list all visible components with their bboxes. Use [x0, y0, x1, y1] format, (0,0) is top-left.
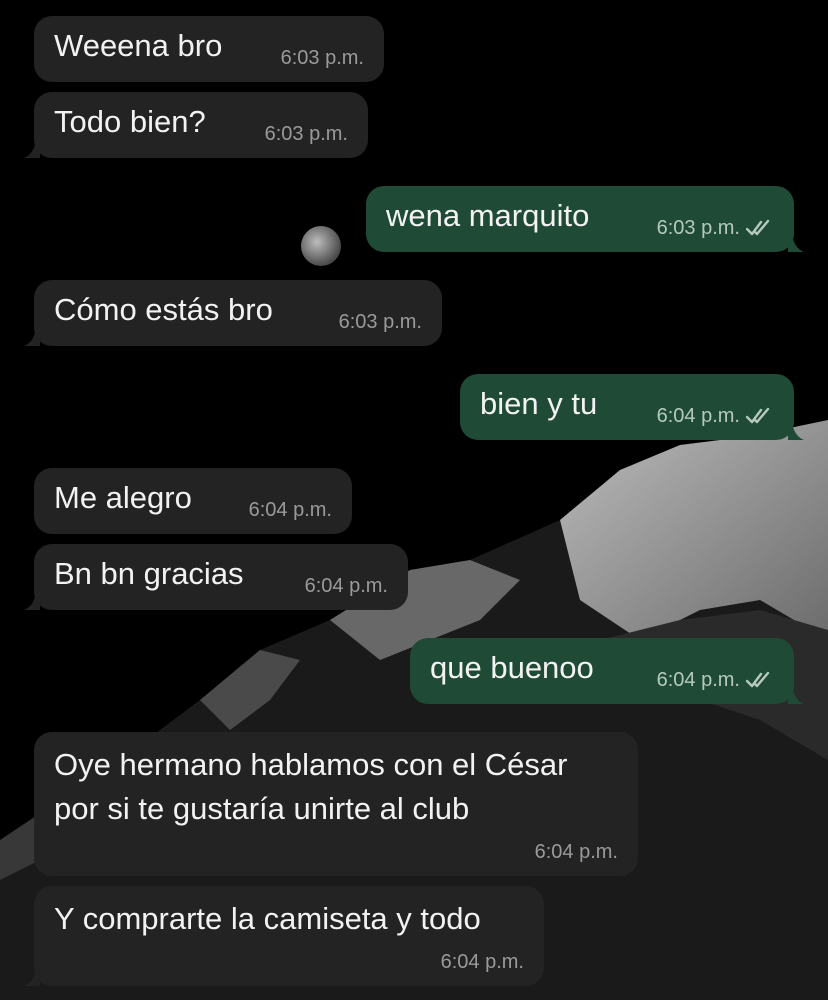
outgoing-message-bubble[interactable]: bien y tu 6:04 p.m. — [460, 374, 804, 440]
message-text: Y comprarte la camiseta y todo — [54, 901, 481, 936]
message-text: Bn bn gracias — [54, 556, 244, 591]
bubble-tail-icon — [788, 422, 804, 440]
message-text-line-1: Oye hermano hablamos con el César — [54, 747, 568, 782]
message-timestamp: 6:04 p.m. — [656, 405, 740, 427]
message-text-line-2: por si te gustaría unirte al club — [54, 791, 470, 826]
moon-icon — [301, 226, 341, 266]
incoming-message-bubble[interactable]: Weeena bro 6:03 p.m. — [34, 16, 384, 82]
message-timestamp: 6:04 p.m. — [534, 841, 618, 863]
message-meta: 6:04 p.m. — [657, 404, 774, 428]
message-text: Cómo estás bro — [54, 292, 273, 327]
bubble-tail-icon — [788, 234, 804, 252]
bubble-tail-icon — [24, 328, 40, 346]
double-check-icon — [746, 407, 770, 424]
bubble-tail-icon — [788, 686, 804, 704]
bubble-tail-icon — [24, 968, 40, 986]
message-timestamp: 6:04 p.m. — [248, 499, 332, 521]
bubble-tail-icon — [24, 140, 40, 158]
bubble-tail-icon — [24, 592, 40, 610]
incoming-message-bubble[interactable]: Bn bn gracias 6:04 p.m. — [24, 544, 408, 610]
incoming-message-bubble[interactable]: Cómo estás bro 6:03 p.m. — [24, 280, 442, 346]
message-text: que buenoo — [430, 650, 594, 685]
message-text: wena marquito — [386, 198, 590, 233]
outgoing-message-bubble[interactable]: wena marquito 6:03 p.m. — [366, 186, 804, 252]
message-meta: 6:04 p.m. — [657, 668, 774, 692]
message-timestamp: 6:03 p.m. — [264, 123, 348, 145]
chat-conversation: Weeena bro 6:03 p.m. Todo bien? 6:03 p.m… — [0, 0, 828, 1000]
message-text: bien y tu — [480, 386, 598, 421]
double-check-icon — [746, 671, 770, 688]
message-timestamp: 6:04 p.m. — [656, 669, 740, 691]
incoming-message-bubble[interactable]: Oye hermano hablamos con el César por si… — [34, 732, 638, 876]
message-text: Me alegro — [54, 480, 192, 515]
message-meta: 6:03 p.m. — [657, 216, 774, 240]
incoming-message-bubble[interactable]: Todo bien? 6:03 p.m. — [24, 92, 368, 158]
outgoing-message-bubble[interactable]: que buenoo 6:04 p.m. — [410, 638, 804, 704]
incoming-message-bubble[interactable]: Me alegro 6:04 p.m. — [34, 468, 352, 534]
message-timestamp: 6:03 p.m. — [338, 311, 422, 333]
message-timestamp: 6:03 p.m. — [280, 47, 364, 69]
message-timestamp: 6:04 p.m. — [304, 575, 388, 597]
incoming-message-bubble[interactable]: Y comprarte la camiseta y todo 6:04 p.m. — [24, 886, 544, 986]
message-timestamp: 6:03 p.m. — [656, 217, 740, 239]
message-timestamp: 6:04 p.m. — [440, 951, 524, 973]
message-text: Todo bien? — [54, 104, 206, 139]
double-check-icon — [746, 219, 770, 236]
message-text: Weeena bro — [54, 28, 223, 63]
